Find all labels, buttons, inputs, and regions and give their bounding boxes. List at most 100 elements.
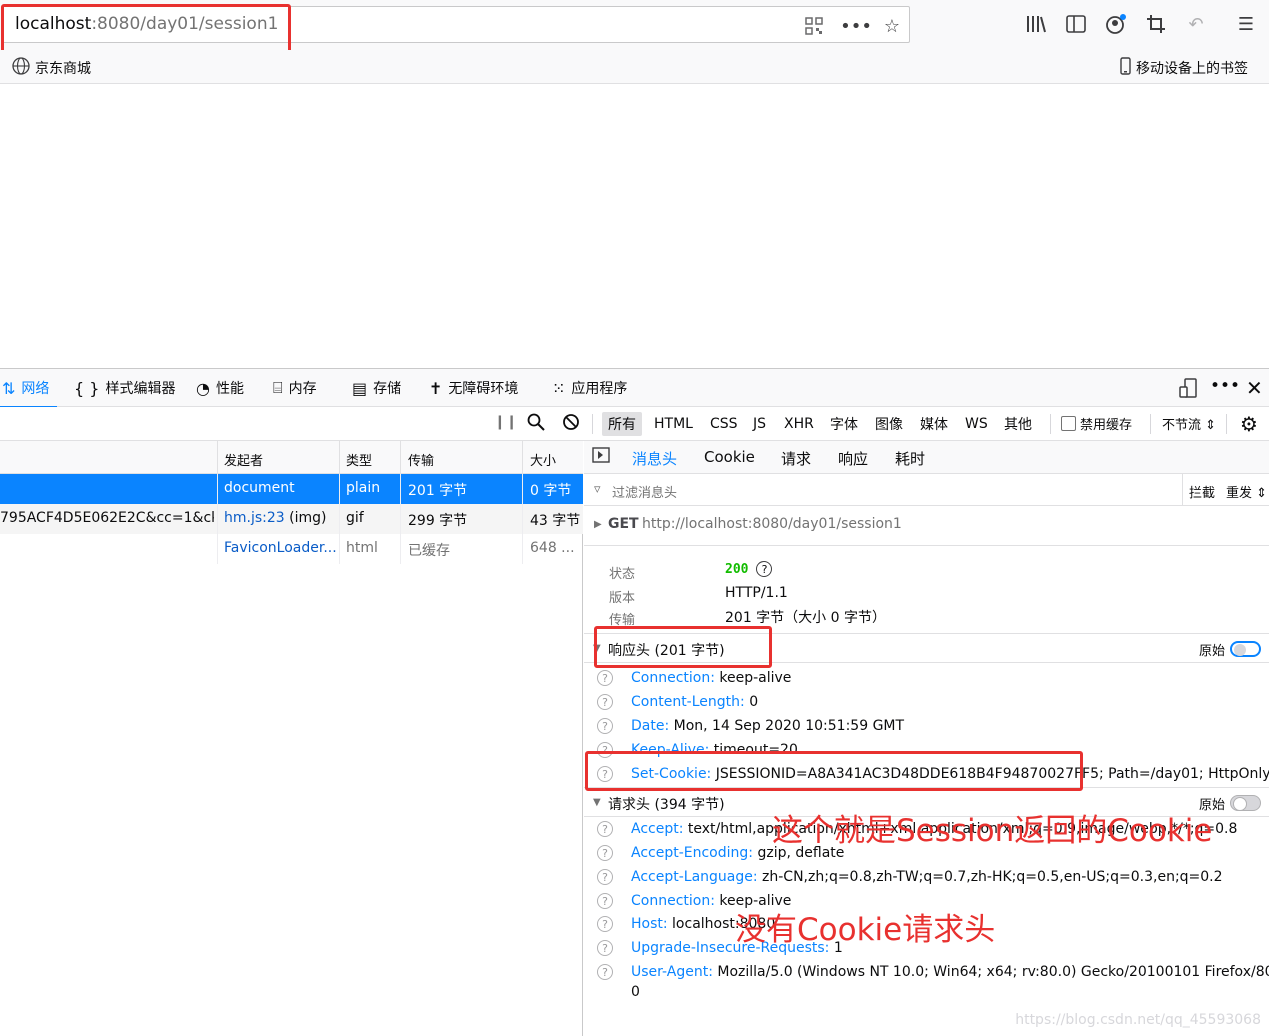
help-icon[interactable]: ? (597, 821, 613, 837)
help-icon[interactable]: ? (597, 742, 613, 758)
close-devtools-icon[interactable]: ✕ (1246, 376, 1263, 400)
help-icon[interactable]: ? (756, 561, 773, 577)
bookmark-jd[interactable]: 京东商城 (12, 57, 91, 79)
request-url: http://localhost:8080/day01/session1 (642, 516, 902, 532)
filter-all[interactable]: 所有 (602, 412, 642, 436)
tab-accessibility[interactable]: ✝ 无障碍环境 (429, 369, 518, 407)
disable-cache-toggle[interactable]: 禁用缓存 (1061, 414, 1132, 433)
tab-style-editor[interactable]: { } 样式编辑器 (74, 369, 175, 407)
bookmarks-toolbar: 京东商城 移动设备上的书签 (0, 50, 1269, 84)
sidebar-icon[interactable] (1064, 12, 1088, 36)
tab-response[interactable]: 响应 (838, 448, 868, 469)
help-icon[interactable]: ? (597, 964, 613, 980)
tab-headers[interactable]: 消息头 (632, 448, 677, 469)
request-list-header: 发起者 类型 传输 大小 (0, 441, 583, 474)
table-row[interactable]: 795ACF4D5E062E2C&cc=1&ck= hm.js:23 (img)… (0, 504, 583, 534)
headers-filter-input[interactable]: 过滤消息头 (612, 482, 677, 501)
more-options-icon[interactable]: ••• (1210, 376, 1240, 396)
help-icon[interactable]: ? (597, 869, 613, 885)
header-value: 0 (749, 694, 759, 710)
settings-gear-icon[interactable]: ⚙ (1240, 412, 1258, 436)
tab-storage[interactable]: ▤ 存储 (352, 369, 401, 407)
library-icon[interactable] (1024, 12, 1048, 36)
separator (1182, 474, 1183, 506)
filter-fonts[interactable]: 字体 (824, 412, 864, 436)
filter-html[interactable]: HTML (648, 412, 699, 436)
help-icon[interactable]: ? (597, 766, 613, 782)
header-entry: Set-Cookie: JSESSIONID=A8A341AC3D48DDE61… (631, 766, 1269, 782)
tab-request[interactable]: 请求 (781, 448, 811, 469)
tab-cookies[interactable]: Cookie (704, 448, 755, 466)
col-size[interactable]: 大小 (530, 450, 556, 469)
initiator-link[interactable]: hm.js:23 (224, 510, 285, 526)
bookmark-star-icon[interactable]: ☆ (881, 15, 903, 37)
filter-label: JS (753, 416, 767, 432)
throttle-select[interactable]: 不节流 ⇕ (1162, 414, 1216, 433)
tab-timings[interactable]: 耗时 (895, 448, 925, 469)
devtools-tabs: ⇅ 网络 { } 样式编辑器 ◔ 性能 ⌸ 内存 ▤ 存储 ✝ 无障碍环境 ⁙ … (0, 369, 1269, 408)
tab-application[interactable]: ⁙ 应用程序 (552, 369, 627, 407)
help-icon[interactable]: ? (597, 893, 613, 909)
column-divider (217, 474, 218, 564)
col-type[interactable]: 类型 (346, 450, 372, 469)
url-bar[interactable]: localhost:8080/day01/session1 ••• ☆ (2, 6, 910, 43)
raw-toggle[interactable] (1230, 795, 1261, 811)
header-entry: User-Agent: Mozilla/5.0 (Windows NT 10.0… (631, 964, 1269, 980)
filter-media[interactable]: 媒体 (914, 412, 954, 436)
initiator-link[interactable]: FaviconLoader.... (224, 540, 336, 556)
col-initiator[interactable]: 发起者 (224, 450, 263, 469)
header-name: Set-Cookie: (631, 766, 712, 782)
filter-funnel-icon: ▿ (594, 482, 601, 497)
collapse-triangle-icon[interactable]: ▼ (593, 643, 601, 654)
clear-icon[interactable] (562, 413, 580, 435)
tab-network[interactable]: ⇅ 网络 (0, 369, 58, 408)
filter-label: XHR (784, 416, 814, 432)
qr-code-icon[interactable] (803, 15, 825, 37)
response-headers-section[interactable]: ▼ 响应头 (201 字节) 原始 (584, 633, 1269, 663)
tab-performance[interactable]: ◔ 性能 (196, 369, 244, 407)
filter-label: HTML (654, 416, 693, 432)
back-arrow-icon[interactable]: ↶ (1184, 12, 1208, 36)
help-icon[interactable]: ? (597, 845, 613, 861)
help-icon[interactable]: ? (597, 940, 613, 956)
disable-cache-checkbox[interactable] (1061, 416, 1076, 431)
pause-icon[interactable]: ❙❙ (494, 414, 517, 430)
memory-chip-icon: ⌸ (273, 378, 283, 397)
filter-js[interactable]: JS (747, 412, 772, 436)
header-entry: Connection: keep-alive (631, 670, 791, 686)
filter-label: WS (965, 416, 988, 432)
raw-toggle[interactable] (1230, 641, 1261, 657)
response-header-row: ? Content-Length: 0 (584, 691, 1269, 715)
url-text[interactable]: localhost:8080/day01/session1 (15, 14, 278, 34)
search-icon[interactable] (527, 413, 545, 435)
collapse-triangle-icon[interactable]: ▼ (593, 797, 601, 808)
help-icon[interactable]: ? (597, 718, 613, 734)
crop-screenshot-icon[interactable] (1144, 12, 1168, 36)
resend-button[interactable]: 重发 ⇕ (1226, 482, 1267, 501)
mobile-bookmarks[interactable]: 移动设备上的书签 (1120, 57, 1248, 79)
help-icon[interactable]: ? (597, 916, 613, 932)
page-actions-icon[interactable]: ••• (840, 15, 872, 37)
col-transferred[interactable]: 传输 (408, 450, 434, 469)
filter-css[interactable]: CSS (704, 412, 744, 436)
filter-images[interactable]: 图像 (869, 412, 909, 436)
toggle-sidebar-icon[interactable] (592, 447, 610, 467)
filter-label: 图像 (875, 417, 903, 433)
responsive-design-icon[interactable] (1179, 378, 1199, 403)
braces-icon: { } (74, 378, 100, 398)
bookmark-label: 京东商城 (35, 61, 91, 77)
table-row[interactable]: FaviconLoader.... html 已缓存 648 ... (0, 534, 583, 564)
header-name: Keep-Alive: (631, 742, 710, 758)
separator (1226, 414, 1227, 434)
table-row[interactable]: document plain 201 字节 0 字节 (0, 474, 583, 504)
filter-xhr[interactable]: XHR (778, 412, 820, 436)
filter-ws[interactable]: WS (959, 412, 994, 436)
expand-triangle-icon[interactable]: ▶ (594, 519, 602, 530)
help-icon[interactable]: ? (597, 694, 613, 710)
account-icon[interactable] (1104, 12, 1128, 36)
filter-other[interactable]: 其他 (998, 412, 1038, 436)
tab-memory[interactable]: ⌸ 内存 (273, 369, 317, 407)
menu-icon[interactable]: ☰ (1234, 12, 1258, 36)
block-button[interactable]: 拦截 (1189, 482, 1215, 501)
help-icon[interactable]: ? (597, 670, 613, 686)
